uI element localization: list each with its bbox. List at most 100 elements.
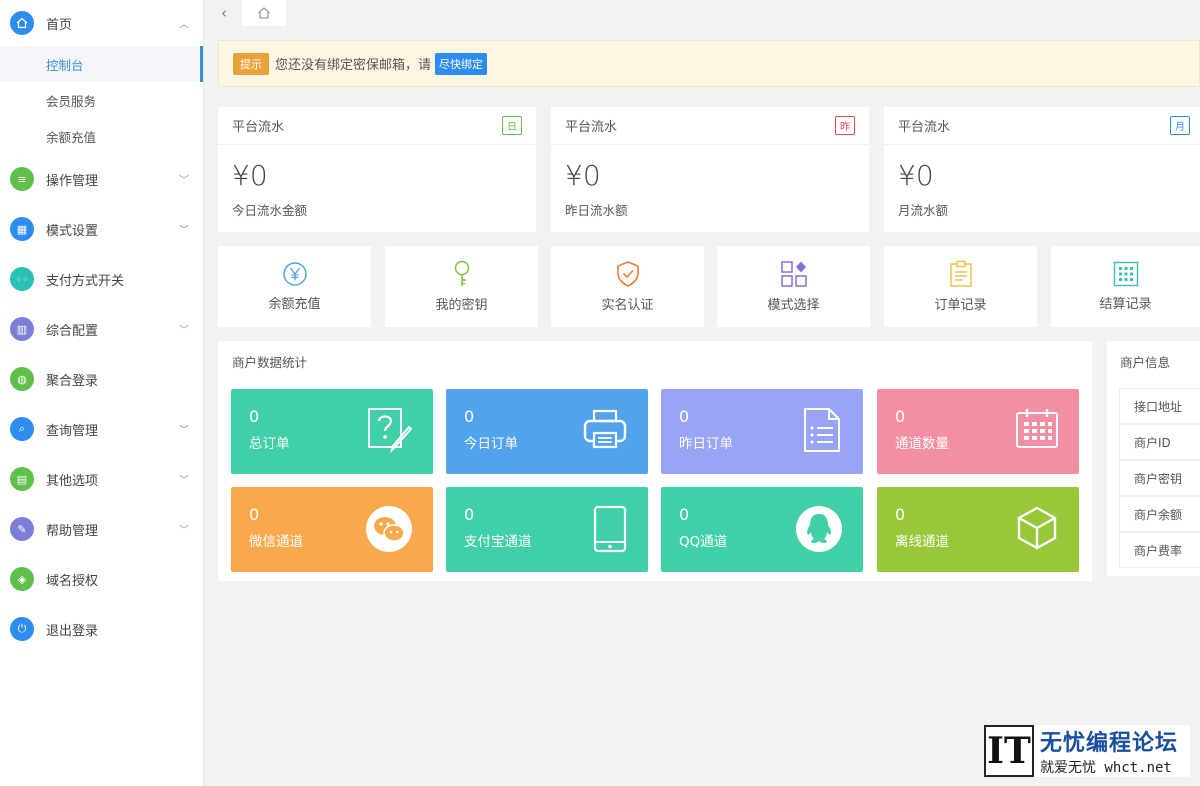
sidebar-item-3[interactable]: ▥ 综合配置 ﹀ (0, 304, 203, 354)
quick-link-recharge[interactable]: 余额充值 (218, 246, 371, 327)
notice-text: 您还没有绑定密保邮箱，请 (275, 58, 432, 73)
quick-link-label: 余额充值 (268, 297, 321, 312)
notice-tag: 提示 (233, 52, 269, 75)
sidebar-item-label: 聚合登录 (46, 373, 99, 389)
quick-link-label: 结算记录 (1099, 297, 1152, 312)
config-icon: ▥ (10, 317, 34, 341)
grid-icon (780, 261, 807, 287)
quick-link-orders[interactable]: 订单记录 (884, 246, 1037, 327)
power-icon: ⏻ (10, 617, 34, 641)
sidebar-item-5[interactable]: ⌕ 查询管理 ﹀ (0, 404, 203, 454)
sidebar-item-0[interactable]: ≡ 操作管理 ﹀ (0, 154, 203, 204)
sidebar-item-label: 查询管理 (46, 423, 99, 439)
sidebar-sub-member[interactable]: 会员服务 (0, 82, 203, 118)
stat-label: 今日流水金额 (232, 203, 308, 218)
stat-title: 平台流水 (565, 120, 618, 135)
chevron-up-icon: ︿ (179, 19, 189, 31)
watermark-name: 无忧编程论坛 (1040, 731, 1179, 756)
sidebar-item-label: 帮助管理 (46, 523, 99, 539)
stat-card-month: 平台流水 月 ¥0 月流水额 (884, 107, 1200, 232)
sidebar-item-9[interactable]: ⏻ 退出登录 (0, 604, 203, 654)
top-bar: ‹ (204, 0, 1200, 28)
tile-qq-channel[interactable]: 0 QQ通道 (661, 487, 863, 572)
bind-now-button[interactable]: 尽快绑定 (435, 52, 488, 75)
shield-check-icon (616, 261, 639, 287)
sidebar: 首页 ︿ 控制台 会员服务 余额充值 ≡ 操作管理 ﹀ ▦ 模式设置 ﹀ ◦◦ 支付方式开关 ▥… (0, 0, 204, 786)
search-icon: ⌕ (10, 417, 34, 441)
mode-icon: ▦ (10, 217, 34, 241)
sidebar-sub-recharge[interactable]: 余额充值 (0, 118, 203, 154)
chevron-down-icon: ﹀ (179, 425, 189, 437)
tile-yesterday-orders[interactable]: 0 昨日订单 (661, 389, 863, 474)
sidebar-item-1[interactable]: ▦ 模式设置 ﹀ (0, 204, 203, 254)
stat-title: 平台流水 (232, 120, 285, 135)
info-row-id: 商户ID (1119, 424, 1200, 460)
sidebar-item-label: 其他选项 (46, 473, 99, 489)
stat-card-today: 平台流水 日 ¥0 今日流水金额 (218, 107, 536, 232)
tablet-icon (593, 505, 627, 553)
chevron-down-icon: ﹀ (179, 525, 189, 537)
quick-link-label: 订单记录 (934, 298, 987, 313)
chevron-down-icon: ﹀ (179, 175, 189, 187)
info-row-key: 商户密钥 (1119, 460, 1200, 496)
sidebar-item-label: 首页 (46, 17, 73, 33)
tile-today-orders[interactable]: 0 今日订单 (446, 389, 648, 474)
tile-offline-channel[interactable]: 0 离线通道 (877, 487, 1079, 572)
chevron-left-icon[interactable]: ‹ (214, 2, 234, 24)
clipboard-icon (949, 260, 972, 287)
stat-card-yesterday: 平台流水 昨 ¥0 昨日流水额 (551, 107, 869, 232)
merchant-info-panel: 商户信息 接口地址 商户ID 商户密钥 商户余额 商户费率 (1107, 341, 1200, 576)
quick-link-key[interactable]: 我的密钥 (385, 246, 538, 327)
panel-title: 商户信息 (1120, 355, 1171, 370)
sidebar-item-label: 域名授权 (46, 573, 99, 589)
notice-bar: 提示 您还没有绑定密保邮箱，请 尽快绑定 (218, 40, 1200, 87)
info-row-balance: 商户余额 (1119, 496, 1200, 532)
stat-amount: ¥0 (232, 159, 268, 192)
quick-link-mode[interactable]: 模式选择 (717, 246, 870, 327)
chevron-down-icon: ﹀ (179, 225, 189, 237)
printer-icon (583, 409, 627, 449)
sidebar-item-home[interactable]: 首页 ︿ (0, 0, 203, 46)
yen-icon (282, 262, 307, 286)
toggle-icon: ◦◦ (10, 267, 34, 291)
help-icon: ✎ (10, 517, 34, 541)
merchant-stats-panel: 商户数据统计 0 总订单 0 今日订单 0 昨日订单 0 通道数量 0 微信通道… (218, 341, 1092, 581)
calc-icon (1113, 261, 1138, 287)
home-tab[interactable] (242, 0, 286, 26)
watermark: IT 无忧编程论坛 就爱无忧 whct.net (984, 725, 1190, 777)
question-doc-icon (368, 408, 413, 453)
tile-alipay-channel[interactable]: 0 支付宝通道 (446, 487, 648, 572)
tile-channel-count[interactable]: 0 通道数量 (877, 389, 1079, 474)
sidebar-item-2[interactable]: ◦◦ 支付方式开关 (0, 254, 203, 304)
login-icon: ◍ (10, 367, 34, 391)
watermark-logo: IT (984, 725, 1034, 777)
stat-label: 月流水额 (898, 203, 949, 218)
shield-icon: ◈ (10, 567, 34, 591)
cube-icon (1017, 506, 1057, 550)
quick-link-label: 实名认证 (601, 298, 654, 313)
sidebar-item-4[interactable]: ◍ 聚合登录 (0, 354, 203, 404)
sidebar-item-label: 操作管理 (46, 173, 99, 189)
tile-wechat-channel[interactable]: 0 微信通道 (231, 487, 433, 572)
chevron-down-icon: ﹀ (179, 475, 189, 487)
sidebar-item-8[interactable]: ◈ 域名授权 (0, 554, 203, 604)
sidebar-item-6[interactable]: ▤ 其他选项 ﹀ (0, 454, 203, 504)
tile-total-orders[interactable]: 0 总订单 (231, 389, 433, 474)
wechat-icon (366, 506, 412, 552)
info-row-api: 接口地址 (1119, 388, 1200, 424)
calendar-icon (1016, 409, 1058, 448)
quick-link-settlement[interactable]: 结算记录 (1051, 246, 1200, 327)
sidebar-item-label: 综合配置 (46, 323, 99, 339)
list-icon: ≡ (10, 167, 34, 191)
quick-link-label: 我的密钥 (435, 298, 488, 313)
quick-link-verify[interactable]: 实名认证 (551, 246, 704, 327)
key-icon (454, 260, 469, 286)
sidebar-item-label: 模式设置 (46, 223, 99, 239)
sidebar-sub-console[interactable]: 控制台 (0, 46, 203, 82)
watermark-sub: 就爱无忧 whct.net (1040, 760, 1172, 776)
document-icon (804, 408, 840, 452)
qq-icon (796, 506, 842, 552)
stat-label: 昨日流水额 (565, 203, 628, 218)
sidebar-item-label: 退出登录 (46, 623, 99, 639)
sidebar-item-7[interactable]: ✎ 帮助管理 ﹀ (0, 504, 203, 554)
